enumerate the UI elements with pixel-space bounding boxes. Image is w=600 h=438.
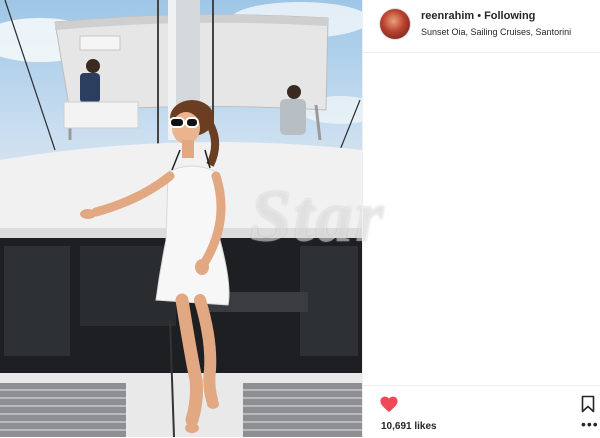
likes-count[interactable]: 10,691 likes <box>381 421 437 432</box>
post-actions: 10,691 likes ••• <box>363 385 600 438</box>
instagram-post: Star reenrahim • Following Sunset Oia, Sai… <box>0 0 600 437</box>
user-line: reenrahim • Following <box>421 10 535 22</box>
more-options-icon[interactable]: ••• <box>581 417 599 431</box>
bookmark-icon[interactable] <box>581 395 595 413</box>
username-link[interactable]: reenrahim <box>421 10 474 22</box>
location-link[interactable]: Sunset Oia, Sailing Cruises, Santorini <box>421 27 571 37</box>
separator-dot: • <box>477 10 482 22</box>
heart-icon[interactable] <box>379 395 399 413</box>
post-header: reenrahim • Following Sunset Oia, Sailing … <box>363 0 600 53</box>
post-sidebar: reenrahim • Following Sunset Oia, Sailing … <box>362 0 600 437</box>
avatar[interactable] <box>380 9 410 39</box>
following-button[interactable]: Following <box>484 10 535 22</box>
